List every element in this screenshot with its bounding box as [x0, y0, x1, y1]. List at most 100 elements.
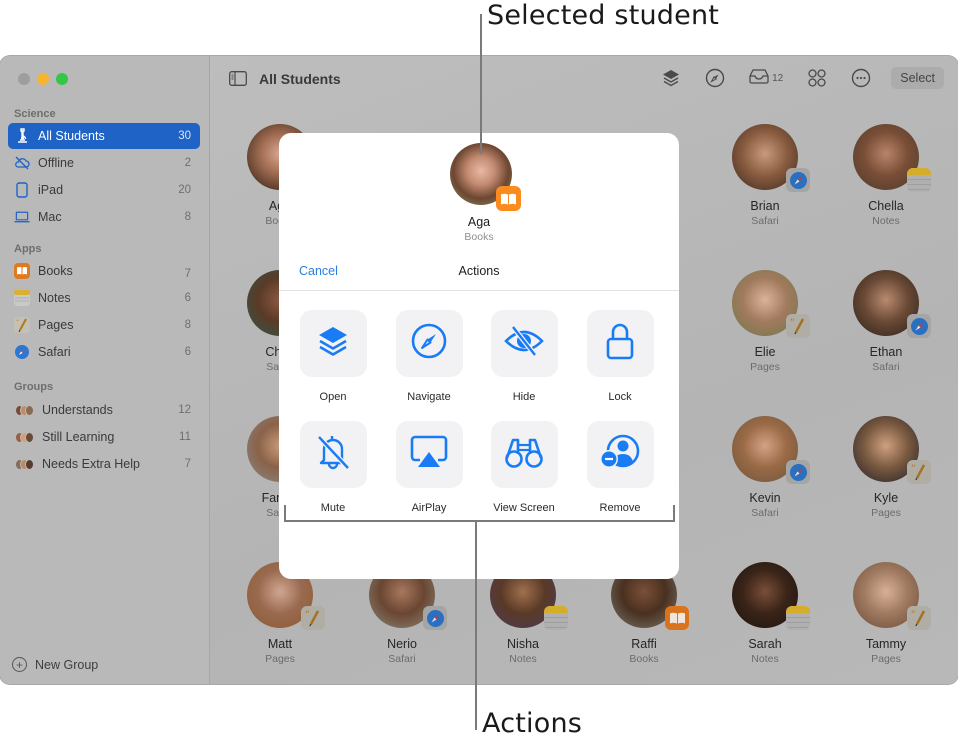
student-name: Elie [754, 345, 776, 359]
safari-app-icon [423, 606, 447, 630]
student-app: Safari [388, 653, 416, 665]
callout-actions: Actions [482, 708, 583, 739]
sidebar-item-label: Needs Extra Help [42, 457, 140, 471]
action-tile [490, 421, 558, 488]
action-view-screen-button[interactable]: View Screen [476, 421, 572, 514]
selected-student-name: Aga [467, 215, 491, 229]
safari-app-icon [907, 314, 931, 338]
sidebar-item-notes[interactable]: Notes 6 [8, 285, 200, 311]
sidebar-item-count: 11 [179, 431, 191, 443]
maximize-button[interactable] [56, 73, 68, 85]
action-lock-button[interactable]: Lock [572, 310, 668, 403]
student-app: Pages [265, 653, 295, 665]
notes-app-icon [907, 168, 931, 192]
sidebar-item-needs-extra-help[interactable]: Needs Extra Help 7 [8, 451, 200, 477]
sidebar-item-label: Books [38, 264, 73, 278]
compass-icon[interactable] [705, 68, 725, 88]
safari-app-icon [14, 344, 30, 360]
plus-circle-icon: + [12, 657, 27, 672]
action-tile [490, 310, 558, 377]
student-tile[interactable]: Brian Safari [715, 124, 815, 227]
pages-app-icon: “ [907, 606, 931, 630]
sidebar-item-mac[interactable]: Mac 8 [8, 204, 200, 230]
student-tile[interactable]: “ Kyle Pages [836, 416, 936, 519]
new-group-button[interactable]: + New Group [12, 657, 98, 672]
action-label: Hide [512, 391, 536, 403]
notes-app-icon [14, 290, 30, 306]
student-name: Ethan [869, 345, 903, 359]
student-tile[interactable]: Ethan Safari [836, 270, 936, 373]
action-airplay-button[interactable]: AirPlay [381, 421, 477, 514]
eye-slash-icon [503, 325, 545, 362]
binoculars-icon [504, 435, 544, 474]
grid-icon[interactable] [807, 68, 827, 88]
student-avatar [732, 124, 810, 192]
student-tile[interactable]: “ Tammy Pages [836, 562, 936, 665]
action-remove-button[interactable]: Remove [572, 421, 668, 514]
select-button[interactable]: Select [891, 67, 944, 89]
callout-leader-top [480, 14, 482, 154]
sidebar-item-pages[interactable]: “ Pages 8 [8, 312, 200, 338]
sidebar-item-still-learning[interactable]: Still Learning 11 [8, 424, 200, 450]
sidebar-item-offline[interactable]: Offline 2 [8, 150, 200, 176]
sidebar-item-count: 30 [178, 130, 191, 142]
student-tile[interactable]: Sarah Notes [715, 562, 815, 665]
pages-app-icon: “ [301, 606, 325, 630]
student-app: Notes [509, 653, 537, 665]
action-label: Open [319, 391, 347, 403]
sidebar-item-label: Safari [38, 345, 71, 359]
student-avatar [853, 124, 931, 192]
action-tile [586, 421, 654, 488]
action-mute-button[interactable]: Mute [285, 421, 381, 514]
student-avatar: “ [732, 270, 810, 338]
sidebar-item-count: 20 [178, 184, 191, 196]
sidebar-item-ipad[interactable]: iPad 20 [8, 177, 200, 203]
action-tile [395, 310, 463, 377]
pages-app-icon: “ [907, 460, 931, 484]
safari-app-icon [786, 460, 810, 484]
sidebar-item-all-students[interactable]: All Students 30 [8, 123, 200, 149]
sidebar-item-books[interactable]: Books 7 [8, 258, 200, 284]
sidebar-item-count: 6 [184, 292, 191, 304]
student-app: Notes [751, 653, 779, 665]
minimize-button[interactable] [37, 73, 49, 85]
sidebar-item-label: Mac [38, 210, 62, 224]
action-navigate-button[interactable]: Navigate [381, 310, 477, 403]
inbox-button[interactable]: 12 [749, 68, 783, 89]
dialog-divider [279, 290, 679, 291]
student-name: Kevin [749, 491, 781, 505]
microscope-icon [14, 128, 30, 144]
action-open-button[interactable]: Open [285, 310, 381, 403]
student-tile[interactable]: Kevin Safari [715, 416, 815, 519]
close-button[interactable] [18, 73, 30, 85]
sidebar-item-count: 2 [184, 157, 191, 169]
sidebar: Science All Students 30 Offline 2 iPad 2… [0, 56, 210, 684]
student-app: Pages [750, 361, 780, 373]
layers-icon[interactable] [661, 68, 681, 88]
section-header-science: Science [14, 108, 56, 120]
student-avatar [853, 270, 931, 338]
compass-icon [411, 323, 447, 364]
student-avatar: “ [853, 562, 931, 630]
student-avatar [732, 416, 810, 484]
student-name: Raffi [631, 637, 657, 651]
student-tile[interactable]: “ Elie Pages [715, 270, 815, 373]
student-tile[interactable]: Chella Notes [836, 124, 936, 227]
group-avatars-icon [14, 456, 34, 472]
sidebar-item-understands[interactable]: Understands 12 [8, 397, 200, 423]
sidebar-item-count: 6 [184, 346, 191, 358]
svg-text:“: “ [911, 610, 916, 620]
callout-selected-student: Selected student [487, 0, 720, 31]
sidebar-item-safari[interactable]: Safari 6 [8, 339, 200, 365]
sidebar-toggle-icon[interactable] [229, 71, 247, 91]
student-avatar: “ [853, 416, 931, 484]
sidebar-item-count: 12 [178, 404, 191, 416]
selected-student-app: Books [464, 231, 494, 243]
pages-app-icon: “ [14, 317, 30, 333]
sidebar-item-label: All Students [38, 129, 105, 143]
sidebar-item-label: Offline [38, 156, 74, 170]
action-hide-button[interactable]: Hide [476, 310, 572, 403]
sidebar-item-count: 8 [184, 211, 191, 223]
more-icon[interactable] [851, 68, 871, 88]
student-app: Notes [872, 215, 900, 227]
